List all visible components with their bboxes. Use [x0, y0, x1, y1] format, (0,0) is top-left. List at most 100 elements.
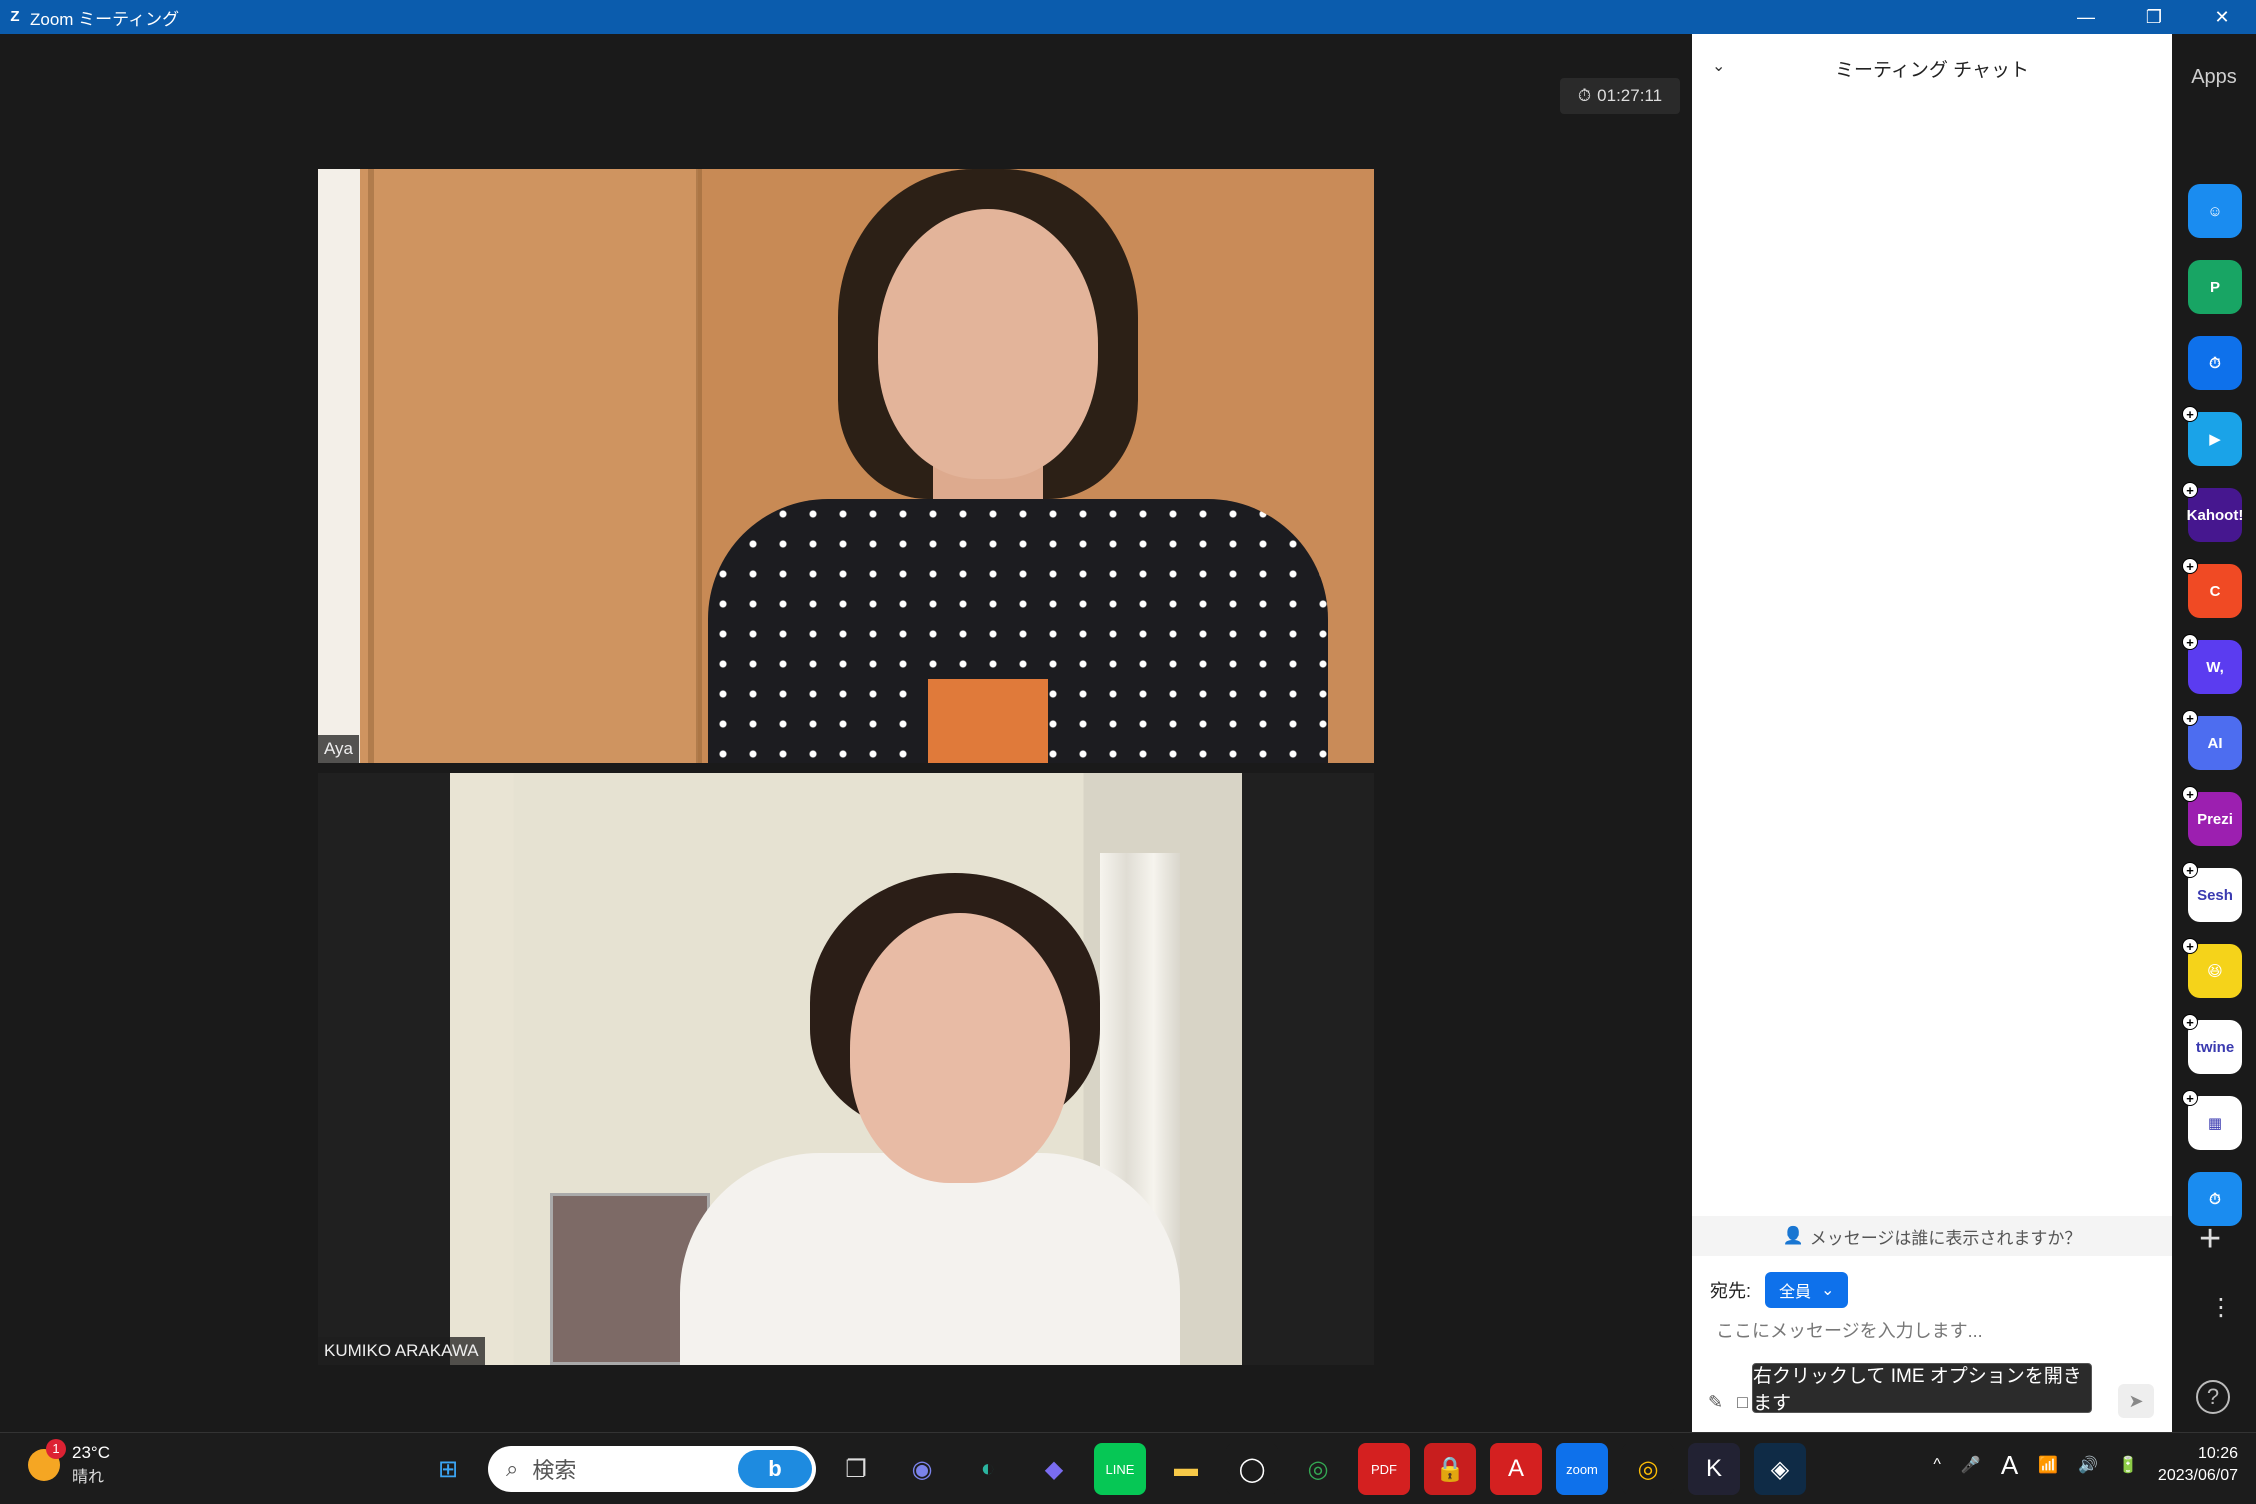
participant-shirt	[680, 1153, 1180, 1365]
app-icon-glyph: P	[2209, 278, 2220, 296]
c-app-icon[interactable]: + C	[2182, 558, 2242, 618]
video-stage: ⏱ 01:27:11 Aya KUMIKO ARAKAWA	[0, 34, 1692, 1432]
weather-temp: 23°C	[72, 1443, 110, 1462]
participant-face	[850, 913, 1070, 1183]
app-k-icon[interactable]: K	[1688, 1443, 1740, 1495]
app-icon-glyph: ▶	[2209, 431, 2221, 448]
plus-icon: +	[2182, 938, 2198, 954]
meeting-chat-panel: ⌄ ミーティング チャット 👤 メッセージは誰に表示されますか？ 宛先: 全員 …	[1692, 34, 2172, 1432]
emoji-app-icon[interactable]: + 😆	[2182, 938, 2242, 998]
blocks-app-icon[interactable]: + ▦	[2182, 1090, 2242, 1150]
security-icon[interactable]: 🔒	[1424, 1443, 1476, 1495]
edge-icon[interactable]: ◐	[962, 1443, 1014, 1495]
chrome-profile-icon[interactable]: ◎	[1622, 1443, 1674, 1495]
sesh-app-icon[interactable]: + Sesh	[2182, 862, 2242, 922]
ai-app-icon[interactable]: + AI	[2182, 710, 2242, 770]
close-button[interactable]: ✕	[2188, 0, 2256, 34]
participant-room	[450, 773, 1242, 1365]
recipient-value: 全員	[1779, 1284, 1812, 1301]
w-app-icon[interactable]: + W,	[2182, 634, 2242, 694]
search-icon: ⌕	[506, 1456, 519, 1481]
flag-app-icon[interactable]: + ▶	[2182, 406, 2242, 466]
more-icon[interactable]: ⋮	[2209, 1296, 2233, 1320]
app-icon-glyph: twine	[2195, 1038, 2235, 1056]
wifi-icon[interactable]: 📶	[2038, 1455, 2058, 1475]
chat-title: ミーティング チャット	[1835, 59, 2029, 81]
apps-sidebar: Apps ☺ P ⏱ + ▶ + Kahoot! + C + W, + AI + Prezi + Sesh + 😆 +…	[2172, 34, 2256, 1432]
app-icon-glyph: Prezi	[2197, 810, 2233, 828]
plus-icon: +	[2182, 1014, 2198, 1030]
whatsapp-icon[interactable]: ◯	[1226, 1443, 1278, 1495]
windows-taskbar: 1 23°C 晴れ ⊞ ⌕ 検索 b ❐ ◉ ◐ ◆ LINE ▬ ◯ ◎ PDF 🔒 Azoom ◎…	[0, 1432, 2256, 1504]
deepl-icon[interactable]: ◈	[1754, 1443, 1806, 1495]
ime-tooltip: 右クリックして IME オプションを開きます	[1752, 1363, 2092, 1414]
plus-icon: +	[2182, 862, 2198, 878]
line-icon[interactable]: LINE	[1094, 1443, 1146, 1495]
chevron-up-icon[interactable]: ^	[1933, 1456, 1941, 1474]
chat-visibility-notice[interactable]: 👤 メッセージは誰に表示されますか？	[1692, 1216, 2172, 1256]
prezi-app-icon[interactable]: + Prezi	[2182, 786, 2242, 846]
visibility-text: メッセージは誰に表示されますか？	[1809, 1228, 2082, 1248]
meeting-timer[interactable]: ⏱ 01:27:11	[1560, 78, 1680, 114]
plus-icon: +	[2182, 634, 2198, 650]
taskbar-search[interactable]: ⌕ 検索 b	[488, 1446, 816, 1492]
weather-condition: 晴れ	[72, 1469, 105, 1486]
p-app-icon[interactable]: P	[2188, 260, 2242, 314]
kahoot-app-icon[interactable]: + Kahoot!	[2182, 482, 2244, 542]
zoom-logo-icon: Z	[10, 8, 20, 25]
acrobat-icon[interactable]: A	[1490, 1443, 1542, 1495]
timer-app-icon[interactable]: ⏱	[2188, 336, 2242, 390]
recipient-dropdown[interactable]: 全員 ⌄	[1765, 1272, 1849, 1308]
teams-icon[interactable]: ◉	[896, 1443, 948, 1495]
participant-name-tag: KUMIKO ARAKAWA	[318, 1337, 485, 1365]
taskbar-clock[interactable]: 10:26 2023/06/07	[2158, 1443, 2238, 1487]
twine-app-icon[interactable]: + twine	[2182, 1014, 2242, 1074]
clock-date: 2023/06/07	[2157, 1467, 2238, 1484]
task-view-icon[interactable]: ❐	[830, 1443, 882, 1495]
volume-icon[interactable]: 🔊	[2078, 1455, 2098, 1475]
participant-name-tag: Aya	[318, 735, 359, 763]
app-icon-glyph: Kahoot!	[2186, 506, 2244, 524]
file-icon[interactable]: □	[1737, 1392, 1748, 1413]
search-placeholder: 検索	[532, 1458, 577, 1483]
recipient-row: 宛先: 全員 ⌄	[1710, 1272, 1849, 1308]
participant-face	[878, 209, 1098, 479]
chevron-down-icon: ⌄	[1821, 1282, 1835, 1299]
door-edge	[368, 169, 374, 763]
app-icon-glyph: C	[2209, 582, 2221, 600]
minimize-button[interactable]: —	[2052, 0, 2120, 34]
plus-icon: +	[2182, 1090, 2198, 1106]
timer-text: 01:27:11	[1597, 86, 1663, 105]
smiley-app-icon[interactable]: ☺	[2188, 184, 2242, 238]
video-tile-kumiko[interactable]: KUMIKO ARAKAWA	[318, 773, 1374, 1365]
help-icon[interactable]: ?	[2196, 1380, 2230, 1414]
weather-widget[interactable]: 1 23°C 晴れ	[28, 1439, 110, 1487]
bing-icon[interactable]: b	[738, 1450, 812, 1488]
window-title: Zoom ミーティング	[30, 9, 180, 29]
title-bar: Z Zoom ミーティング — ❐ ✕	[0, 0, 2256, 34]
app-icon-glyph: ⏱	[2209, 354, 2221, 372]
file-explorer-icon[interactable]: ▬	[1160, 1443, 1212, 1495]
chat-header: ⌄ ミーティング チャット	[1692, 34, 2172, 102]
copilot-icon[interactable]: ◆	[1028, 1443, 1080, 1495]
app-icon-glyph: Sesh	[2197, 886, 2233, 904]
clock-time: 10:26	[2197, 1445, 2238, 1462]
app-icon-glyph: 😆	[2207, 963, 2223, 980]
pdf-icon[interactable]: PDF	[1358, 1443, 1410, 1495]
format-icon[interactable]: ✎	[1708, 1392, 1723, 1413]
clock-icon: ⏱	[1577, 86, 1592, 105]
chrome-icon[interactable]: ◎	[1292, 1443, 1344, 1495]
app-icon-glyph: ☺	[2207, 202, 2223, 220]
restore-button[interactable]: ❐	[2120, 0, 2188, 34]
chevron-down-icon[interactable]: ⌄	[1712, 56, 1725, 76]
app-icon-glyph: AI	[2207, 734, 2223, 752]
chat-message-input[interactable]	[1716, 1316, 2146, 1346]
add-app-icon[interactable]: +	[2199, 1218, 2221, 1261]
windows-start-icon[interactable]: ⊞	[422, 1443, 474, 1495]
zoom-icon[interactable]: zoom	[1556, 1443, 1608, 1495]
send-button[interactable]: ➤	[2118, 1384, 2154, 1418]
microphone-icon[interactable]: 🎤	[1961, 1455, 1981, 1475]
ime-icon[interactable]: A	[2001, 1450, 2018, 1481]
video-tile-aya[interactable]: Aya	[318, 169, 1374, 763]
battery-icon[interactable]: 🔋	[2118, 1455, 2138, 1475]
